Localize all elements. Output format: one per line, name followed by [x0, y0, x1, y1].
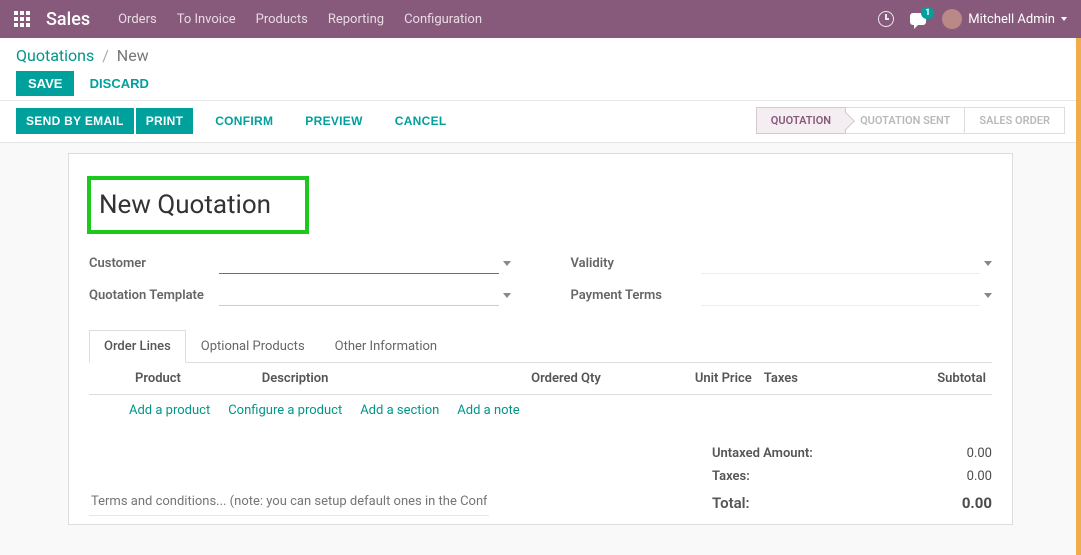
tab-optional-products[interactable]: Optional Products [186, 330, 320, 363]
order-lines-table: Product Description Ordered Qty Unit Pri… [89, 363, 992, 395]
label-validity: Validity [571, 256, 701, 271]
messaging-icon[interactable]: 1 [910, 13, 926, 25]
breadcrumb-current: New [117, 46, 149, 65]
avatar [942, 9, 962, 29]
nav-reporting[interactable]: Reporting [328, 12, 384, 27]
tabs: Order Lines Optional Products Other Info… [89, 330, 992, 363]
taxes-label: Taxes: [712, 469, 750, 484]
user-name: Mitchell Admin [968, 12, 1055, 27]
untaxed-value: 0.00 [942, 446, 992, 461]
breadcrumb-separator: / [102, 46, 109, 65]
label-payment-terms: Payment Terms [571, 288, 701, 303]
top-icons: 1 Mitchell Admin [878, 9, 1067, 29]
tab-order-lines[interactable]: Order Lines [89, 330, 186, 363]
taxes-value: 0.00 [942, 469, 992, 484]
totals: Untaxed Amount: 0.00 Taxes: 0.00 Total: … [712, 442, 992, 516]
right-edge-accent [1076, 38, 1081, 555]
control-bar: Quotations / New SAVE DISCARD [0, 38, 1081, 101]
total-value: 0.00 [942, 494, 992, 512]
chevron-down-icon[interactable] [984, 261, 992, 266]
status-sales-order[interactable]: SALES ORDER [964, 107, 1065, 134]
col-unit-price: Unit Price [607, 363, 758, 395]
nav-products[interactable]: Products [256, 12, 308, 27]
label-customer: Customer [89, 256, 219, 271]
total-label: Total: [712, 494, 750, 512]
page-title: New Quotation [99, 190, 271, 220]
customer-field[interactable] [219, 252, 499, 274]
chat-badge: 1 [921, 7, 934, 19]
add-section-link[interactable]: Add a section [360, 403, 439, 418]
status-bar: QUOTATION QUOTATION SENT SALES ORDER [757, 107, 1065, 134]
nav-links: Orders To Invoice Products Reporting Con… [118, 12, 878, 27]
topbar: Sales Orders To Invoice Products Reporti… [0, 0, 1081, 38]
col-subtotal: Subtotal [859, 363, 992, 395]
untaxed-label: Untaxed Amount: [712, 446, 813, 461]
label-quotation-template: Quotation Template [89, 288, 219, 303]
nav-to-invoice[interactable]: To Invoice [177, 12, 236, 27]
print-button[interactable]: PRINT [136, 108, 194, 134]
chevron-down-icon[interactable] [984, 293, 992, 298]
discard-button[interactable]: DISCARD [78, 71, 161, 96]
nav-configuration[interactable]: Configuration [404, 12, 482, 27]
nav-orders[interactable]: Orders [118, 12, 157, 27]
add-product-link[interactable]: Add a product [129, 403, 210, 418]
status-quotation[interactable]: QUOTATION [756, 107, 846, 134]
col-ordered-qty: Ordered Qty [428, 363, 607, 395]
send-by-email-button[interactable]: SEND BY EMAIL [16, 108, 134, 134]
confirm-button[interactable]: CONFIRM [205, 108, 283, 134]
payment-terms-field[interactable] [701, 284, 981, 306]
save-button[interactable]: SAVE [16, 71, 74, 96]
breadcrumb: Quotations / New [16, 46, 1065, 65]
activity-icon[interactable] [878, 11, 894, 27]
tab-other-information[interactable]: Other Information [320, 330, 452, 363]
chevron-down-icon[interactable] [503, 293, 511, 298]
quotation-template-field[interactable] [219, 284, 499, 306]
preview-button[interactable]: PREVIEW [295, 108, 372, 134]
action-bar: SEND BY EMAIL PRINT CONFIRM PREVIEW CANC… [0, 101, 1081, 143]
status-quotation-sent[interactable]: QUOTATION SENT [845, 107, 965, 134]
terms-field[interactable] [89, 488, 489, 516]
col-product: Product [129, 363, 256, 395]
add-links: Add a product Configure a product Add a … [89, 395, 992, 438]
form-sheet: New Quotation Customer Quotation Templat… [68, 153, 1013, 525]
add-note-link[interactable]: Add a note [457, 403, 519, 418]
breadcrumb-parent[interactable]: Quotations [16, 46, 94, 65]
chevron-down-icon [1061, 17, 1067, 21]
cancel-button[interactable]: CANCEL [385, 108, 457, 134]
col-description: Description [256, 363, 428, 395]
title-highlight: New Quotation [87, 176, 309, 234]
app-name[interactable]: Sales [46, 9, 90, 30]
validity-field[interactable] [701, 252, 981, 274]
col-taxes: Taxes [758, 363, 859, 395]
chevron-down-icon[interactable] [503, 261, 511, 266]
user-menu[interactable]: Mitchell Admin [942, 9, 1067, 29]
configure-product-link[interactable]: Configure a product [228, 403, 342, 418]
apps-icon[interactable] [14, 11, 30, 27]
